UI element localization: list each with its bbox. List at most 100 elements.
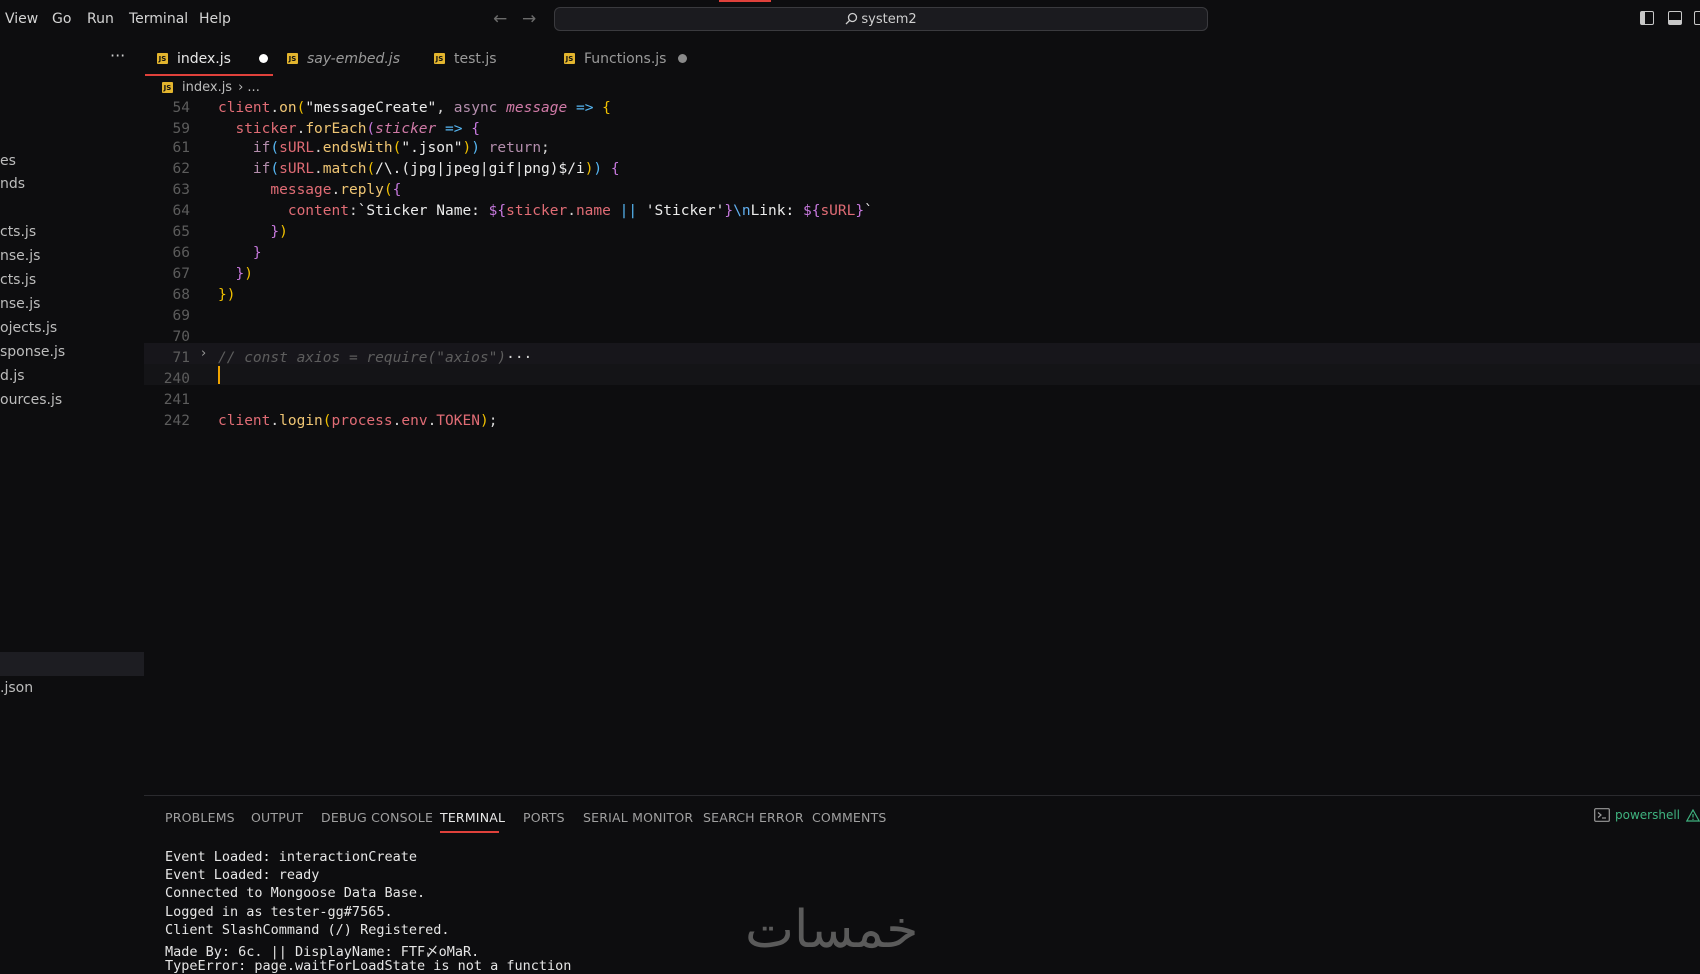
code-line[interactable]: 61 if(sURL.endsWith(".json")) return; bbox=[144, 140, 1700, 161]
menu-view[interactable]: View bbox=[5, 11, 38, 27]
panel-tab-serial-monitor[interactable]: SERIAL MONITOR bbox=[583, 810, 693, 825]
panel-tab-output[interactable]: OUTPUT bbox=[251, 810, 303, 825]
panel-tab-search-error[interactable]: SEARCH ERROR bbox=[703, 810, 804, 825]
panel-tab-debug-console[interactable]: DEBUG CONSOLE bbox=[321, 810, 433, 825]
code-line[interactable]: 65 }) bbox=[144, 224, 1700, 245]
tab-label: index.js bbox=[177, 50, 231, 67]
code-line[interactable]: 69 bbox=[144, 308, 1700, 329]
code-token: if bbox=[252, 140, 271, 156]
code-token: env bbox=[401, 413, 428, 429]
terminal-selector[interactable]: powershell bbox=[1594, 808, 1700, 822]
code-token: ) bbox=[244, 266, 253, 282]
fold-chevron-icon[interactable]: › bbox=[201, 346, 206, 361]
code-text: client.login(process.env.TOKEN); bbox=[218, 413, 497, 429]
explorer-file[interactable]: .json bbox=[0, 680, 33, 696]
line-number: 63 bbox=[172, 182, 190, 198]
toggle-secondary-sidebar-icon[interactable] bbox=[1694, 11, 1700, 25]
code-token: sticker bbox=[375, 121, 437, 137]
tab-say-embed-js[interactable]: JS say-embed.js bbox=[287, 40, 400, 77]
menu-go[interactable]: Go bbox=[52, 11, 71, 27]
code-token: /\.(jpg|jpeg|gif|png)$/i bbox=[375, 161, 585, 177]
title-bar: View Go Run Terminal Help ← → system2 bbox=[0, 0, 1700, 40]
code-line[interactable]: 68}) bbox=[144, 287, 1700, 308]
code-token: match bbox=[322, 161, 367, 177]
explorer-file[interactable]: cts.js bbox=[0, 224, 36, 240]
code-token: ( bbox=[322, 413, 332, 429]
code-token: ) bbox=[471, 140, 480, 156]
menu-terminal[interactable]: Terminal bbox=[129, 11, 188, 27]
code-line[interactable]: 242 client.login(process.env.TOKEN); bbox=[144, 413, 1700, 434]
terminal-icon bbox=[1594, 808, 1610, 822]
code-token: if bbox=[252, 161, 271, 177]
code-token: } bbox=[855, 203, 865, 219]
panel-tab-terminal[interactable]: TERMINAL bbox=[440, 810, 505, 825]
code-token: ( bbox=[270, 161, 280, 177]
explorer-file[interactable]: nse.js bbox=[0, 296, 40, 312]
back-arrow-icon[interactable]: ← bbox=[493, 9, 507, 29]
breadcrumb-rest[interactable]: › ... bbox=[238, 80, 260, 95]
tab-test-js[interactable]: JS test.js bbox=[434, 40, 497, 77]
code-token: `Sticker Name: bbox=[357, 203, 489, 219]
code-token: => bbox=[436, 121, 472, 137]
tab-functions-js[interactable]: JS Functions.js bbox=[564, 40, 688, 77]
code-text: client.on("messageCreate", async message… bbox=[218, 100, 611, 116]
panel-tab-problems[interactable]: PROBLEMS bbox=[165, 810, 235, 825]
javascript-file-icon: JS bbox=[434, 53, 445, 64]
tab-index-js[interactable]: JS index.js bbox=[157, 40, 268, 77]
code-line[interactable]: 67 }) bbox=[144, 266, 1700, 287]
code-token: on bbox=[279, 100, 297, 116]
explorer-file[interactable]: sponse.js bbox=[0, 344, 65, 360]
explorer-selected-row bbox=[0, 652, 144, 676]
code-token: ) bbox=[462, 140, 472, 156]
code-token: { bbox=[602, 161, 620, 177]
code-line[interactable]: 240 bbox=[144, 371, 1700, 392]
code-token: } bbox=[218, 287, 227, 303]
code-token: ; bbox=[541, 140, 550, 156]
explorer-file[interactable]: nds bbox=[0, 176, 25, 192]
code-line[interactable]: 64 content:`Sticker Name: ${sticker.name… bbox=[144, 203, 1700, 224]
code-token: ( bbox=[270, 140, 280, 156]
code-line[interactable]: 54 client.on("messageCreate", async messa… bbox=[144, 100, 1700, 121]
menu-run[interactable]: Run bbox=[87, 11, 114, 27]
explorer-file[interactable]: d.js bbox=[0, 368, 25, 384]
code-token: sticker bbox=[235, 121, 297, 137]
panel-tab-ports[interactable]: PORTS bbox=[523, 810, 565, 825]
code-token: , bbox=[436, 100, 454, 116]
code-editor[interactable]: 54 client.on("messageCreate", async messa… bbox=[144, 100, 1700, 795]
unsaved-dot-icon[interactable] bbox=[258, 54, 268, 63]
code-token: . bbox=[314, 161, 323, 177]
toggle-panel-icon[interactable] bbox=[1668, 11, 1682, 25]
line-number: 59 bbox=[172, 121, 190, 137]
explorer-file[interactable]: nse.js bbox=[0, 248, 40, 264]
code-line[interactable]: 71 // const axios = require("axios")··· bbox=[144, 350, 1700, 371]
terminal-line: TypeError: page.waitForLoadState is not … bbox=[165, 958, 572, 974]
code-token: => bbox=[567, 100, 603, 116]
explorer-file[interactable]: cts.js bbox=[0, 272, 36, 288]
code-token: ( bbox=[383, 182, 393, 198]
code-token: || bbox=[610, 203, 646, 219]
more-actions-icon[interactable]: ··· bbox=[110, 46, 125, 65]
code-line[interactable]: 59 sticker.forEach(sticker => { bbox=[144, 121, 1700, 142]
code-line[interactable]: 62 if(sURL.match(/\.(jpg|jpeg|gif|png)$/… bbox=[144, 161, 1700, 182]
code-token: // const axios = require("axios") bbox=[218, 350, 507, 366]
explorer-file[interactable]: ources.js bbox=[0, 392, 62, 408]
panel-tab-comments[interactable]: COMMENTS bbox=[812, 810, 887, 825]
code-line[interactable]: 70 bbox=[144, 329, 1700, 350]
code-token: login bbox=[279, 413, 323, 429]
code-line[interactable]: 63 message.reply({ bbox=[144, 182, 1700, 203]
command-center-search[interactable]: system2 bbox=[554, 7, 1208, 31]
code-token: name bbox=[575, 203, 611, 219]
code-token: ··· bbox=[506, 350, 533, 366]
toggle-sidebar-icon[interactable] bbox=[1640, 11, 1654, 25]
forward-arrow-icon[interactable]: → bbox=[522, 9, 536, 29]
explorer-file[interactable]: ojects.js bbox=[0, 320, 57, 336]
menu-help[interactable]: Help bbox=[199, 11, 231, 27]
unsaved-dot-icon[interactable] bbox=[678, 54, 688, 63]
code-line[interactable]: 241 bbox=[144, 392, 1700, 413]
search-text: system2 bbox=[861, 12, 917, 27]
breadcrumb-file[interactable]: index.js bbox=[182, 80, 232, 95]
tab-label: test.js bbox=[454, 50, 497, 67]
code-line[interactable]: 66 } bbox=[144, 245, 1700, 266]
explorer-file[interactable]: es bbox=[0, 153, 16, 169]
terminal-line: Logged in as tester-gg#7565. bbox=[165, 904, 393, 920]
